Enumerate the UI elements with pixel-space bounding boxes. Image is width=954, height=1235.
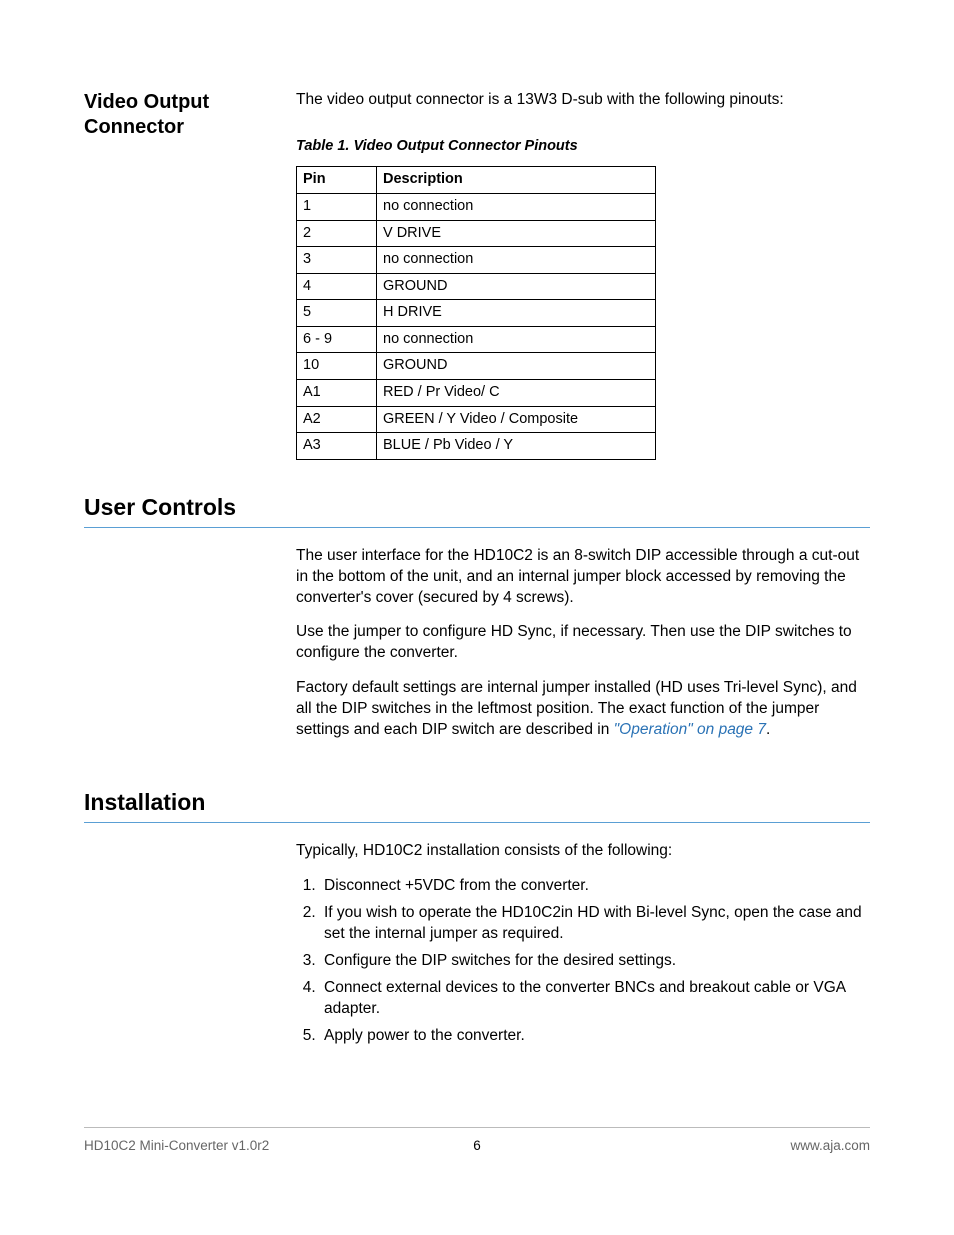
cell-pin: 10 [297, 353, 377, 380]
cell-pin: 1 [297, 194, 377, 221]
list-item: Apply power to the converter. [320, 1026, 870, 1047]
table-header-pin: Pin [297, 167, 377, 194]
page-number: 6 [84, 1138, 870, 1153]
cell-description: no connection [377, 247, 656, 274]
table-row: A2GREEN / Y Video / Composite [297, 406, 656, 433]
installation-steps: Disconnect +5VDC from the converter. If y… [296, 876, 870, 1046]
heading-installation: Installation [84, 789, 870, 820]
cell-pin: A3 [297, 433, 377, 460]
list-item: If you wish to operate the HD10C2in HD w… [320, 903, 870, 945]
cell-pin: A2 [297, 406, 377, 433]
cell-description: BLUE / Pb Video / Y [377, 433, 656, 460]
user-controls-p1: The user interface for the HD10C2 is an … [296, 546, 870, 609]
cell-description: no connection [377, 326, 656, 353]
table-row: 1no connection [297, 194, 656, 221]
cell-description: RED / Pr Video/ C [377, 379, 656, 406]
table-row: A3BLUE / Pb Video / Y [297, 433, 656, 460]
heading-rule [84, 822, 870, 823]
table-row: A1RED / Pr Video/ C [297, 379, 656, 406]
cross-ref-operation[interactable]: "Operation" on page 7 [614, 721, 766, 738]
cell-description: GREEN / Y Video / Composite [377, 406, 656, 433]
cell-pin: 6 - 9 [297, 326, 377, 353]
cell-description: V DRIVE [377, 220, 656, 247]
footer-rule [84, 1127, 870, 1128]
cell-description: GROUND [377, 273, 656, 300]
installation-intro: Typically, HD10C2 installation consists … [296, 841, 870, 862]
table-row: 5H DRIVE [297, 300, 656, 327]
user-controls-p3b: . [766, 721, 770, 738]
list-item: Configure the DIP switches for the desir… [320, 951, 870, 972]
table-row: 10GROUND [297, 353, 656, 380]
list-item: Connect external devices to the converte… [320, 978, 870, 1020]
cell-description: H DRIVE [377, 300, 656, 327]
list-item: Disconnect +5VDC from the converter. [320, 876, 870, 897]
heading-rule [84, 527, 870, 528]
section-heading-video-output: Video Output Connector [84, 90, 268, 140]
cell-pin: 4 [297, 273, 377, 300]
table-row: 2V DRIVE [297, 220, 656, 247]
user-controls-p3: Factory default settings are internal ju… [296, 678, 870, 741]
cell-pin: A1 [297, 379, 377, 406]
cell-pin: 5 [297, 300, 377, 327]
cell-description: GROUND [377, 353, 656, 380]
page-footer: HD10C2 Mini-Converter v1.0r2 6 www.aja.c… [84, 1127, 870, 1153]
table-row: 3no connection [297, 247, 656, 274]
video-output-intro: The video output connector is a 13W3 D-s… [296, 90, 870, 111]
user-controls-p3a: Factory default settings are internal ju… [296, 679, 857, 738]
pinout-table: Pin Description 1no connection2V DRIVE3n… [296, 166, 656, 459]
table-header-description: Description [377, 167, 656, 194]
table-row: 6 - 9no connection [297, 326, 656, 353]
cell-pin: 3 [297, 247, 377, 274]
cell-description: no connection [377, 194, 656, 221]
table-caption: Table 1. Video Output Connector Pinouts [296, 137, 870, 157]
heading-user-controls: User Controls [84, 494, 870, 525]
user-controls-p2: Use the jumper to configure HD Sync, if … [296, 622, 870, 664]
cell-pin: 2 [297, 220, 377, 247]
table-row: 4GROUND [297, 273, 656, 300]
